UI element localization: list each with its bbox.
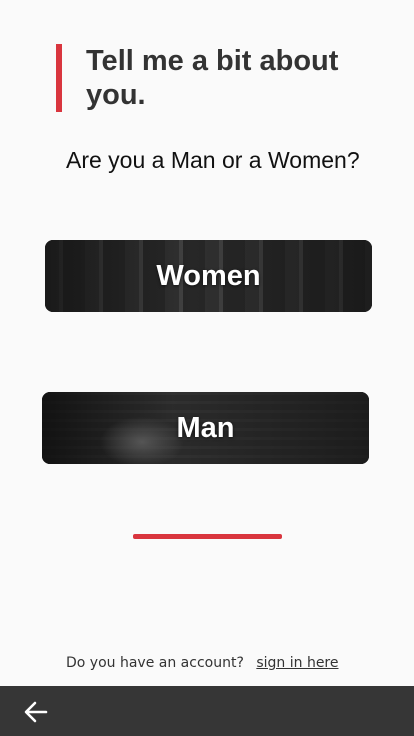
screen: Tell me a bit about you. Are you a Man o…	[0, 0, 414, 736]
account-prompt: Do you have an account? sign in here	[66, 655, 339, 671]
account-text: Do you have an account?	[66, 655, 244, 671]
page-title: Tell me a bit about you.	[86, 45, 339, 111]
bottom-navigation-bar	[0, 686, 414, 736]
title-block: Tell me a bit about you.	[56, 44, 376, 112]
women-button[interactable]: Women	[45, 240, 372, 312]
arrow-left-icon	[24, 701, 48, 723]
back-button[interactable]	[22, 698, 50, 726]
women-button-label: Women	[156, 259, 261, 292]
sign-in-link[interactable]: sign in here	[256, 655, 338, 671]
accent-divider	[133, 534, 282, 539]
man-button-label: Man	[176, 411, 235, 444]
man-button[interactable]: Man	[42, 392, 369, 464]
gender-question: Are you a Man or a Women?	[66, 147, 360, 173]
